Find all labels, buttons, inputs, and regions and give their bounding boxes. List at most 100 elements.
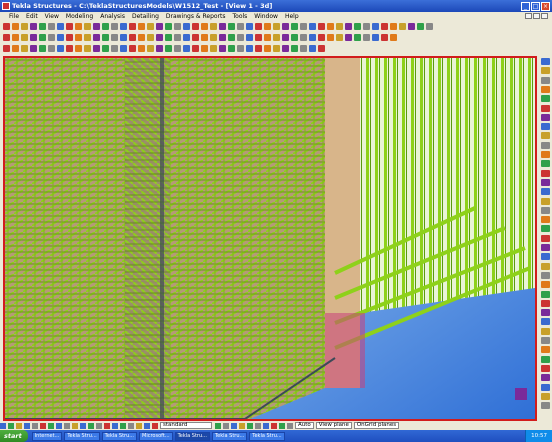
snap-nearest-icon[interactable]: [279, 422, 285, 429]
tb2-tool-icon[interactable]: [156, 34, 163, 41]
tb2-tool-icon[interactable]: [273, 34, 280, 41]
tb2-tool-icon[interactable]: [75, 34, 82, 41]
tb1-tool-icon[interactable]: [147, 23, 154, 30]
tb2-tool-icon[interactable]: [120, 34, 127, 41]
tb3-tool-icon[interactable]: [291, 45, 298, 52]
select-icon[interactable]: [0, 422, 6, 429]
tb3-tool-icon[interactable]: [228, 45, 235, 52]
grid-line-icon[interactable]: [144, 422, 150, 429]
detail-icon[interactable]: [120, 422, 126, 429]
tb1-tool-icon[interactable]: [21, 23, 28, 30]
right-tool-icon[interactable]: [541, 374, 550, 382]
tb3-tool-icon[interactable]: [183, 45, 190, 52]
taskbar-button[interactable]: Internet...: [31, 431, 63, 441]
snap-line-icon[interactable]: [271, 422, 277, 429]
tb3-tool-icon[interactable]: [309, 45, 316, 52]
tb1-tool-icon[interactable]: [309, 23, 316, 30]
snap-plane-select[interactable]: OnGrid planes: [353, 422, 400, 429]
tb3-tool-icon[interactable]: [165, 45, 172, 52]
right-tool-icon[interactable]: [541, 123, 550, 131]
tb1-tool-icon[interactable]: [66, 23, 73, 30]
tb2-tool-icon[interactable]: [327, 34, 334, 41]
tb2-tool-icon[interactable]: [246, 34, 253, 41]
reference-icon[interactable]: [112, 422, 118, 429]
tb2-tool-icon[interactable]: [237, 34, 244, 41]
plane-icon[interactable]: [48, 422, 54, 429]
work-area-icon[interactable]: [56, 422, 62, 429]
menu-analysis[interactable]: Analysis: [100, 13, 125, 20]
tb3-tool-icon[interactable]: [138, 45, 145, 52]
tb1-tool-icon[interactable]: [219, 23, 226, 30]
tb2-tool-icon[interactable]: [390, 34, 397, 41]
tb1-tool-icon[interactable]: [264, 23, 271, 30]
right-tool-icon[interactable]: [541, 346, 550, 354]
tb2-tool-icon[interactable]: [3, 34, 10, 41]
right-tool-icon[interactable]: [541, 58, 550, 65]
menu-file[interactable]: File: [9, 13, 19, 20]
tb1-tool-icon[interactable]: [291, 23, 298, 30]
auto-select[interactable]: Auto: [295, 422, 314, 429]
taskbar-button[interactable]: Tekla Stru...: [174, 431, 210, 441]
tb3-tool-icon[interactable]: [57, 45, 64, 52]
tb1-tool-icon[interactable]: [210, 23, 217, 30]
tb2-tool-icon[interactable]: [30, 34, 37, 41]
tb1-tool-icon[interactable]: [30, 23, 37, 30]
menu-view[interactable]: View: [45, 13, 59, 20]
tb3-tool-icon[interactable]: [156, 45, 163, 52]
tb2-tool-icon[interactable]: [309, 34, 316, 41]
tb3-tool-icon[interactable]: [39, 45, 46, 52]
right-tool-icon[interactable]: [541, 290, 550, 298]
tb1-tool-icon[interactable]: [300, 23, 307, 30]
right-tool-icon[interactable]: [541, 234, 550, 242]
taskbar-button[interactable]: Tekla Stru...: [64, 431, 100, 441]
tb1-tool-icon[interactable]: [192, 23, 199, 30]
right-tool-icon[interactable]: [541, 95, 550, 103]
tb1-tool-icon[interactable]: [111, 23, 118, 30]
surface-icon[interactable]: [136, 422, 142, 429]
taskbar-button[interactable]: Tekla Stru...: [249, 431, 285, 441]
right-tool-icon[interactable]: [541, 327, 550, 335]
view-3d-viewport[interactable]: [3, 56, 537, 421]
tb2-tool-icon[interactable]: [201, 34, 208, 41]
tb1-tool-icon[interactable]: [93, 23, 100, 30]
right-tool-icon[interactable]: [541, 67, 550, 75]
tb2-tool-icon[interactable]: [39, 34, 46, 41]
menu-window[interactable]: Window: [254, 13, 278, 20]
tb3-tool-icon[interactable]: [174, 45, 181, 52]
tb1-tool-icon[interactable]: [426, 23, 433, 30]
right-tool-icon[interactable]: [541, 364, 550, 372]
tb1-tool-icon[interactable]: [183, 23, 190, 30]
right-tool-icon[interactable]: [541, 244, 550, 251]
tb1-tool-icon[interactable]: [174, 23, 181, 30]
tb3-tool-icon[interactable]: [102, 45, 109, 52]
taskbar-button[interactable]: Microsoft...: [139, 431, 173, 441]
right-tool-icon[interactable]: [541, 271, 550, 279]
tb2-tool-icon[interactable]: [102, 34, 109, 41]
tb3-tool-icon[interactable]: [192, 45, 199, 52]
snap-settings-icon[interactable]: [215, 422, 221, 429]
right-tool-icon[interactable]: [541, 151, 550, 158]
right-tool-icon[interactable]: [541, 85, 550, 93]
tb2-tool-icon[interactable]: [57, 34, 64, 41]
tb2-tool-icon[interactable]: [138, 34, 145, 41]
tb2-tool-icon[interactable]: [264, 34, 271, 41]
tb1-tool-icon[interactable]: [237, 23, 244, 30]
tb2-tool-icon[interactable]: [165, 34, 172, 41]
tb1-tool-icon[interactable]: [75, 23, 82, 30]
snap-mid-icon[interactable]: [239, 422, 245, 429]
tb1-tool-icon[interactable]: [165, 23, 172, 30]
tb2-tool-icon[interactable]: [336, 34, 343, 41]
tb1-tool-icon[interactable]: [282, 23, 289, 30]
tb2-tool-icon[interactable]: [291, 34, 298, 41]
tb1-tool-icon[interactable]: [12, 23, 19, 30]
right-tool-icon[interactable]: [541, 132, 550, 140]
tb1-tool-icon[interactable]: [102, 23, 109, 30]
assembly-icon[interactable]: [96, 422, 102, 429]
taskbar-button[interactable]: Tekla Stru...: [211, 431, 248, 441]
tb1-tool-icon[interactable]: [246, 23, 253, 30]
taskbar-button[interactable]: Tekla Stru...: [101, 431, 138, 441]
tb3-tool-icon[interactable]: [147, 45, 154, 52]
tb1-tool-icon[interactable]: [228, 23, 235, 30]
weld-icon[interactable]: [72, 422, 78, 429]
close-button[interactable]: ×: [541, 1, 550, 11]
